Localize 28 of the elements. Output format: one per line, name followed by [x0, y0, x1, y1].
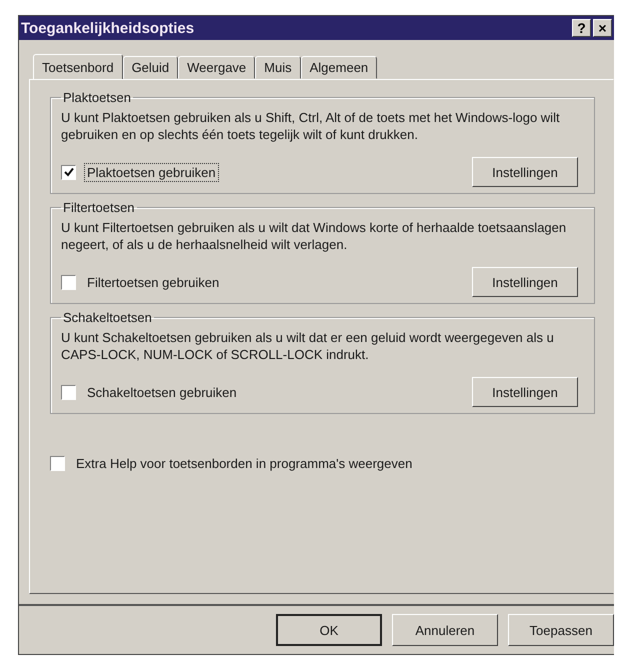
settings-button[interactable]: Instellingen — [472, 267, 578, 297]
close-button[interactable]: × — [593, 19, 612, 37]
window-title: Toegankelijkheidsopties — [21, 20, 194, 36]
dialog-button[interactable]: OK — [276, 614, 382, 646]
tab[interactable]: Toetsenbord — [33, 54, 123, 79]
checkbox[interactable] — [61, 384, 76, 400]
description-text: U kunt Filtertoetsen gebruiken als u wilt dat Windows korte of herhaalde toetsaanslagen negeert, of als u de herhaalsnelheid wilt verlagen. — [61, 219, 568, 253]
tab[interactable]: Algemeen — [300, 56, 378, 79]
checkbox[interactable] — [61, 274, 76, 290]
group-title: Filtertoetsen — [62, 200, 136, 215]
checkbox-label[interactable]: Extra Help voor toetsenborden in programma's weergeven — [73, 454, 416, 473]
tab[interactable]: Geluid — [122, 56, 178, 79]
settings-button[interactable]: Instellingen — [472, 377, 578, 407]
tab[interactable]: Weergave — [178, 56, 256, 79]
checkbox-label[interactable]: Plaktoetsen gebruiken — [84, 162, 219, 182]
description-text: U kunt Plaktoetsen gebruiken als u Shift, Ctrl, Alt of de toets met het Windows-logo wilt gebruiken en op slechts één toets tegelijk wilt of kunt drukken. — [61, 109, 561, 143]
checkbox-label[interactable]: Filtertoetsen gebruiken — [84, 272, 222, 292]
settings-button[interactable]: Instellingen — [472, 157, 578, 187]
dialog-button[interactable]: Toepassen — [508, 614, 614, 646]
group-title: Schakeltoetsen — [62, 310, 153, 325]
checkbox-label[interactable]: Schakeltoetsen gebruiken — [84, 382, 240, 402]
checkbox[interactable] — [61, 164, 76, 180]
checkbox[interactable] — [50, 456, 65, 471]
group-title: Plaktoetsen — [62, 90, 132, 105]
description-text: U kunt Schakeltoetsen gebruiken als u wilt dat er een geluid wordt weergegeven als u CAPS-LOCK, NUM-LOCK of SCROLL-LOCK indrukt. — [61, 329, 555, 363]
help-button[interactable]: ? — [572, 19, 591, 37]
dialog-button[interactable]: Annuleren — [392, 614, 498, 646]
tab[interactable]: Muis — [255, 56, 301, 79]
